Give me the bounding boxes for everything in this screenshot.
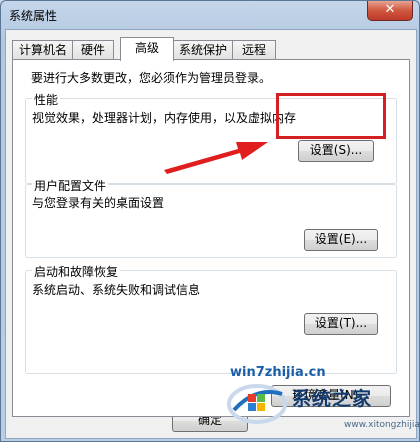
close-button[interactable]: ✕ <box>367 1 413 21</box>
startup-recovery-group: 启动和故障恢复 系统启动、系统失败和调试信息 设置(T)... <box>25 263 397 374</box>
startup-recovery-description: 系统启动、系统失败和调试信息 <box>32 283 201 297</box>
button-label: 设置(T)... <box>314 316 368 330</box>
tab-hardware[interactable]: 硬件 <box>72 40 114 60</box>
tab-label: 计算机名 <box>18 43 67 57</box>
watermark-brand: 系统之家 <box>292 388 373 410</box>
tab-label: 远程 <box>241 43 266 57</box>
tab-label: 系统保护 <box>178 43 227 57</box>
startup-recovery-settings-button[interactable]: 设置(T)... <box>304 313 378 335</box>
user-profiles-settings-button[interactable]: 设置(E)... <box>304 229 378 251</box>
watermark-site: win7zhijia.cn <box>230 365 326 380</box>
tab-label: 硬件 <box>80 43 105 57</box>
user-profiles-group: 用户配置文件 与您登录有关的桌面设置 设置(E)... <box>25 177 397 258</box>
watermark-url: www.xitongzhijia.net <box>344 420 420 430</box>
performance-title: 性能 <box>32 91 61 108</box>
tab-computer-name[interactable]: 计算机名 <box>12 40 74 60</box>
tab-system-protection[interactable]: 系统保护 <box>172 40 234 60</box>
highlight-box <box>276 93 386 139</box>
title-bar[interactable]: 系统属性 ✕ <box>1 1 419 29</box>
tab-advanced[interactable]: 高级 <box>120 37 174 61</box>
tab-remote[interactable]: 远程 <box>232 40 276 60</box>
startup-recovery-title: 启动和故障恢复 <box>32 263 121 280</box>
watermark: win7zhijia.cn 系统之家 www.xitongzhijia.net <box>226 362 420 442</box>
user-profiles-title: 用户配置文件 <box>32 177 109 194</box>
user-profiles-description: 与您登录有关的桌面设置 <box>32 196 165 210</box>
button-label: 设置(S)... <box>309 143 363 157</box>
tab-label: 高级 <box>134 41 159 55</box>
close-icon: ✕ <box>384 2 396 17</box>
performance-description: 视觉效果，处理器计划，内存使用，以及虚拟内存 <box>32 111 297 125</box>
button-label: 设置(E)... <box>314 232 368 246</box>
performance-settings-button[interactable]: 设置(S)... <box>298 140 374 162</box>
admin-notice: 要进行大多数更改，您必须作为管理员登录。 <box>31 71 272 85</box>
watermark-logo-icon <box>227 384 287 424</box>
window-title: 系统属性 <box>9 9 58 23</box>
